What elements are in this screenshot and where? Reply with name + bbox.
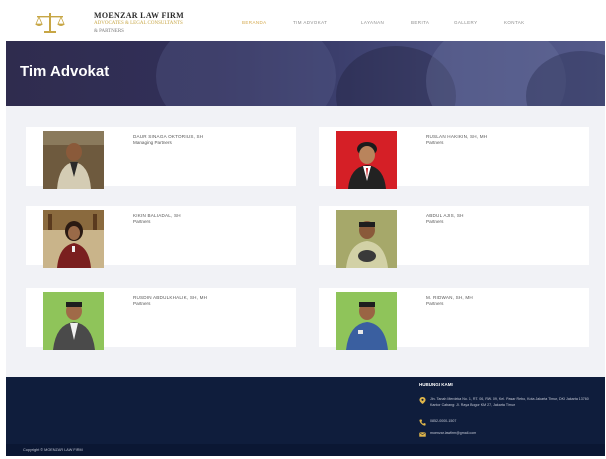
nav-item-layanan[interactable]: LAYANAN xyxy=(361,20,384,25)
team-member-name[interactable]: RUSDIN ABDULKHALIK, SH, MH xyxy=(133,295,207,300)
site-header: MOENZAR LAW FIRM ADVOCATES & LEGAL CONSU… xyxy=(6,4,605,42)
main-nav: BERANDA TIM ADVOKAT LAYANAN BERITA GALLE… xyxy=(6,4,605,41)
page-title: Tim Advokat xyxy=(20,63,110,80)
team-member-role: Managing Partners xyxy=(133,140,172,145)
footer-address-text-2: Kantor Cabang: Jl. Raya Bogor KM 27, Jak… xyxy=(430,403,515,407)
team-photo xyxy=(336,292,397,350)
team-photo xyxy=(43,292,104,350)
nav-item-gallery[interactable]: GALLERY xyxy=(454,20,477,25)
team-photo xyxy=(43,131,104,189)
page: MOENZAR LAW FIRM ADVOCATES & LEGAL CONSU… xyxy=(6,4,605,456)
team-card[interactable]: KIKIN BALIADAL, SH Partners xyxy=(26,206,296,268)
team-member-name[interactable]: KIKIN BALIADAL, SH xyxy=(133,213,181,218)
phone-icon xyxy=(419,419,426,426)
nav-item-kontak[interactable]: KONTAK xyxy=(504,20,525,25)
mail-icon xyxy=(419,432,426,437)
team-member-role: Partners xyxy=(133,301,151,306)
team-card[interactable]: M. RIDWAN, SH, MH Partners xyxy=(319,288,589,350)
team-member-name[interactable]: M. RIDWAN, SH, MH xyxy=(426,295,473,300)
team-member-role: Partners xyxy=(133,219,151,224)
team-member-name[interactable]: DAUR SINAGA OKTORIUS, SH xyxy=(133,134,203,139)
team-photo xyxy=(43,210,104,268)
team-photo xyxy=(336,210,397,268)
team-member-role: Partners xyxy=(426,140,444,145)
team-photo xyxy=(336,131,397,189)
team-member-role: Partners xyxy=(426,301,444,306)
team-card[interactable]: RUSDIN ABDULKHALIK, SH, MH Partners xyxy=(26,288,296,350)
map-pin-icon xyxy=(419,397,426,404)
team-card[interactable]: DAUR SINAGA OKTORIUS, SH Managing Partne… xyxy=(26,127,296,189)
team-card[interactable]: ABDUL AJIS, SH Partners xyxy=(319,206,589,268)
team-member-role: Partners xyxy=(426,219,444,224)
copyright-text: Copyright © MOENZAR LAW FIRM xyxy=(23,448,83,452)
team-member-name[interactable]: ABDUL AJIS, SH xyxy=(426,213,464,218)
footer-heading: HUBUNGI KAMI xyxy=(419,382,453,387)
footer-phone-text[interactable]: 0852-0000-1507 xyxy=(430,419,456,424)
browser-viewport: MOENZAR LAW FIRM ADVOCATES & LEGAL CONSU… xyxy=(0,0,606,459)
footer-email-text[interactable]: moenzar.lawfirm@gmail.com xyxy=(430,431,476,436)
nav-item-beranda[interactable]: BERANDA xyxy=(242,20,267,25)
page-hero: Tim Advokat xyxy=(6,41,605,106)
footer-address-text: Jln. Tanah Merdeka No. 1, RT. 06, RW. 09… xyxy=(430,397,589,401)
nav-item-tim-advokat[interactable]: TIM ADVOKAT xyxy=(293,20,327,25)
copyright-bar xyxy=(6,444,605,456)
team-card[interactable]: RUSLAN HAKIKIN, SH, MH Partners xyxy=(319,127,589,189)
nav-item-berita[interactable]: BERITA xyxy=(411,20,429,25)
team-member-name[interactable]: RUSLAN HAKIKIN, SH, MH xyxy=(426,134,487,139)
